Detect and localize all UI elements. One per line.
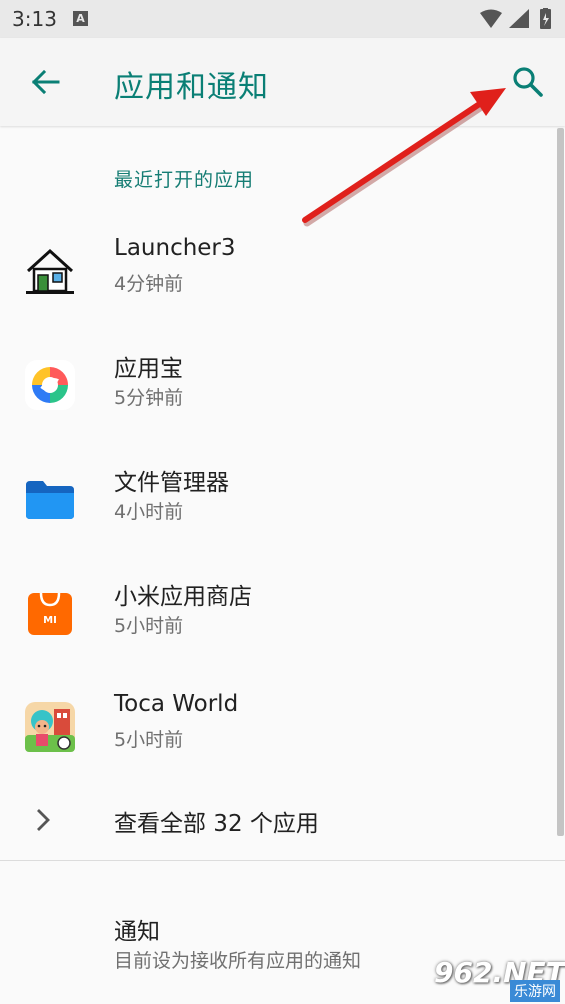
scrollbar[interactable] bbox=[557, 128, 564, 836]
status-bar: 3:13 A bbox=[0, 0, 565, 38]
app-name: 文件管理器 bbox=[114, 470, 229, 496]
notifications-title: 通知 bbox=[114, 919, 160, 945]
app-row-file-manager[interactable]: 文件管理器 4小时前 bbox=[0, 455, 555, 555]
app-last-used: 4分钟前 bbox=[114, 273, 184, 295]
app-last-used: 5小时前 bbox=[114, 729, 184, 751]
wifi-icon bbox=[480, 9, 502, 28]
page-title: 应用和通知 bbox=[114, 70, 269, 105]
arrow-back-icon bbox=[31, 69, 60, 95]
chevron-right-icon bbox=[37, 809, 50, 831]
app-row-yingyongbao[interactable]: 应用宝 5分钟前 bbox=[0, 341, 555, 441]
back-button[interactable] bbox=[26, 62, 66, 102]
see-all-apps-button[interactable]: 查看全部 32 个应用 bbox=[0, 790, 555, 850]
app-last-used: 4小时前 bbox=[114, 501, 184, 523]
app-name: Toca World bbox=[114, 691, 239, 717]
mi-store-icon: MI bbox=[28, 592, 72, 635]
app-name: Launcher3 bbox=[114, 235, 236, 261]
app-name: 小米应用商店 bbox=[114, 584, 252, 610]
app-last-used: 5分钟前 bbox=[114, 387, 184, 409]
app-row-toca-world[interactable]: Toca World 5小时前 bbox=[0, 683, 555, 783]
divider bbox=[0, 860, 565, 861]
notifications-summary: 目前设为接收所有应用的通知 bbox=[114, 950, 362, 972]
status-time: 3:13 bbox=[12, 7, 57, 31]
app-row-mi-store[interactable]: MI 小米应用商店 5小时前 bbox=[0, 569, 555, 669]
app-name: 应用宝 bbox=[114, 356, 183, 382]
app-bar: 应用和通知 bbox=[0, 38, 565, 126]
app-row-launcher3[interactable]: Launcher3 4分钟前 bbox=[0, 227, 555, 327]
see-all-apps-label: 查看全部 32 个应用 bbox=[114, 811, 319, 837]
yingyongbao-icon bbox=[25, 360, 75, 410]
app-last-used: 5小时前 bbox=[114, 615, 184, 637]
svg-text:MI: MI bbox=[43, 615, 57, 626]
signal-icon bbox=[509, 9, 529, 28]
watermark-sub: 乐游网 bbox=[510, 980, 560, 1002]
search-button[interactable] bbox=[508, 62, 548, 102]
folder-icon bbox=[26, 481, 74, 519]
watermark-logo: 962.NET 乐游网 bbox=[426, 956, 565, 1002]
search-icon bbox=[513, 67, 543, 97]
notification-a-icon: A bbox=[73, 11, 88, 26]
toca-world-icon bbox=[25, 702, 75, 752]
battery-icon bbox=[540, 8, 551, 29]
launcher-house-icon bbox=[26, 248, 74, 294]
recent-apps-header: 最近打开的应用 bbox=[114, 169, 255, 191]
status-icons bbox=[480, 8, 551, 29]
